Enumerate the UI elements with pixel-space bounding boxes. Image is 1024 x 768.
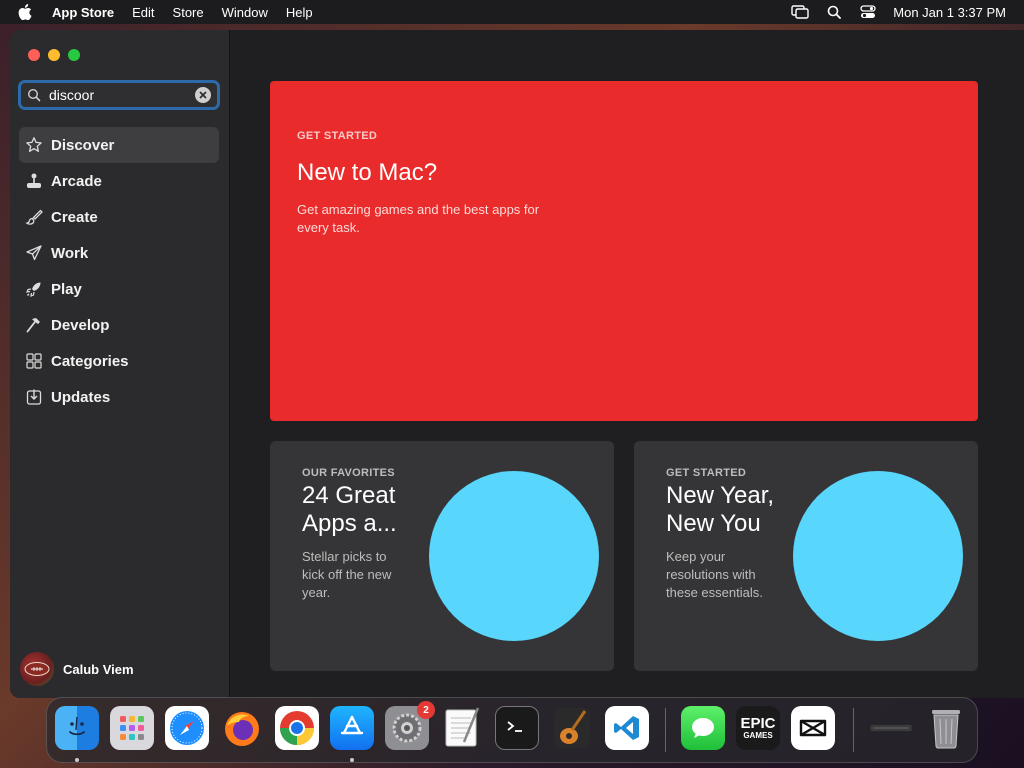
star-icon — [25, 136, 43, 154]
dock-recent-item-icon[interactable] — [869, 706, 913, 750]
card-our-favorites[interactable]: OUR FAVORITES 24 Great Apps a... Stellar… — [270, 441, 614, 671]
dock-textedit-icon[interactable] — [440, 706, 484, 750]
spotlight-search-icon[interactable] — [825, 4, 843, 20]
search-field[interactable] — [18, 80, 220, 110]
menu-edit[interactable]: Edit — [132, 5, 154, 20]
hammer-icon — [25, 316, 43, 334]
sidebar-item-label: Develop — [51, 316, 110, 334]
dock-trash-icon[interactable] — [924, 706, 968, 750]
card-artwork — [429, 471, 599, 641]
card-eyebrow: OUR FAVORITES — [302, 467, 395, 479]
sidebar-item-develop[interactable]: Develop — [19, 307, 219, 343]
dock-terminal-icon[interactable] — [495, 706, 539, 750]
hero-banner-new-to-mac[interactable]: GET STARTED New to Mac? Get amazing game… — [270, 81, 978, 421]
search-icon — [27, 87, 43, 103]
avatar[interactable] — [20, 652, 54, 686]
grid-icon — [25, 352, 43, 370]
epic-logo-bottom: GAMES — [743, 730, 773, 740]
joystick-icon — [25, 172, 43, 190]
dock-launchpad-icon[interactable] — [110, 706, 154, 750]
menu-clock[interactable]: Mon Jan 1 3:37 PM — [893, 5, 1006, 20]
dock-garageband-icon[interactable] — [550, 706, 594, 750]
menu-app-store[interactable]: App Store — [52, 5, 114, 20]
sidebar: Discover Arcade Create Work — [10, 30, 230, 698]
notification-badge: 2 — [417, 701, 435, 719]
search-input[interactable] — [49, 87, 195, 103]
sidebar-item-label: Play — [51, 280, 82, 298]
sidebar-item-label: Discover — [51, 136, 115, 154]
hero-description: Get amazing games and the best apps for … — [297, 202, 540, 235]
dock-vscode-icon[interactable] — [605, 706, 649, 750]
paintbrush-icon — [25, 208, 43, 226]
hero-eyebrow: GET STARTED — [297, 130, 378, 142]
minimize-window-button[interactable] — [48, 49, 60, 61]
sidebar-nav: Discover Arcade Create Work Play Develop… — [19, 127, 219, 415]
zoom-window-button[interactable] — [68, 49, 80, 61]
sidebar-item-arcade[interactable]: Arcade — [19, 163, 219, 199]
sidebar-item-categories[interactable]: Categories — [19, 343, 219, 379]
control-center-icon[interactable] — [859, 4, 877, 20]
running-indicator — [75, 758, 79, 762]
sidebar-item-label: Categories — [51, 352, 129, 370]
card-artwork — [793, 471, 963, 641]
dock-finder-icon[interactable] — [55, 706, 99, 750]
menu-help[interactable]: Help — [286, 5, 313, 20]
sidebar-item-label: Create — [51, 208, 98, 226]
dock-separator — [665, 708, 666, 752]
dock: 2 EPIC GAMES — [46, 697, 978, 763]
menu-window[interactable]: Window — [222, 5, 268, 20]
clear-search-icon[interactable] — [195, 87, 211, 103]
download-icon — [25, 388, 43, 406]
paperplane-icon — [25, 244, 43, 262]
sidebar-item-label: Arcade — [51, 172, 102, 190]
epic-logo-top: EPIC — [740, 714, 776, 732]
sidebar-item-updates[interactable]: Updates — [19, 379, 219, 415]
card-description: Stellar picks to kick off the new year. — [302, 549, 392, 600]
dock-chrome-icon[interactable] — [275, 706, 319, 750]
menu-store[interactable]: Store — [173, 5, 204, 20]
close-window-button[interactable] — [28, 49, 40, 61]
user-profile[interactable]: Calub Viem — [20, 652, 134, 686]
sidebar-item-label: Work — [51, 244, 89, 262]
card-new-year-new-you[interactable]: GET STARTED New Year, New You Keep your … — [634, 441, 978, 671]
dock-firefox-icon[interactable] — [220, 706, 264, 750]
app-store-window: Discover Arcade Create Work — [10, 30, 1024, 698]
sidebar-item-label: Updates — [51, 388, 111, 406]
screen-mirroring-icon[interactable] — [791, 4, 809, 20]
rocket-icon — [25, 280, 43, 298]
sidebar-item-work[interactable]: Work — [19, 235, 219, 271]
hero-title: New to Mac? — [297, 159, 438, 186]
card-description: Keep your resolutions with these essenti… — [666, 549, 763, 600]
dock-system-settings-icon[interactable]: 2 — [385, 701, 435, 750]
sidebar-item-create[interactable]: Create — [19, 199, 219, 235]
dock-epic-games-icon[interactable]: EPIC GAMES — [736, 706, 780, 750]
dock-safari-icon[interactable] — [165, 706, 209, 750]
card-title: 24 Great Apps a... — [302, 482, 397, 537]
running-indicator — [350, 758, 354, 762]
sidebar-item-discover[interactable]: Discover — [19, 127, 219, 163]
apple-menu-icon[interactable] — [18, 4, 36, 20]
menu-bar: App Store Edit Store Window Help Mon Jan… — [0, 0, 1024, 24]
card-eyebrow: GET STARTED — [666, 467, 747, 479]
dock-messages-icon[interactable] — [681, 706, 725, 750]
user-name: Calub Viem — [63, 661, 134, 677]
sidebar-item-play[interactable]: Play — [19, 271, 219, 307]
dock-app-store-icon[interactable] — [330, 706, 374, 750]
dock-capcut-icon[interactable] — [791, 706, 835, 750]
dock-separator — [853, 708, 854, 752]
card-title: New Year, New You — [666, 482, 775, 537]
window-controls — [28, 49, 80, 61]
